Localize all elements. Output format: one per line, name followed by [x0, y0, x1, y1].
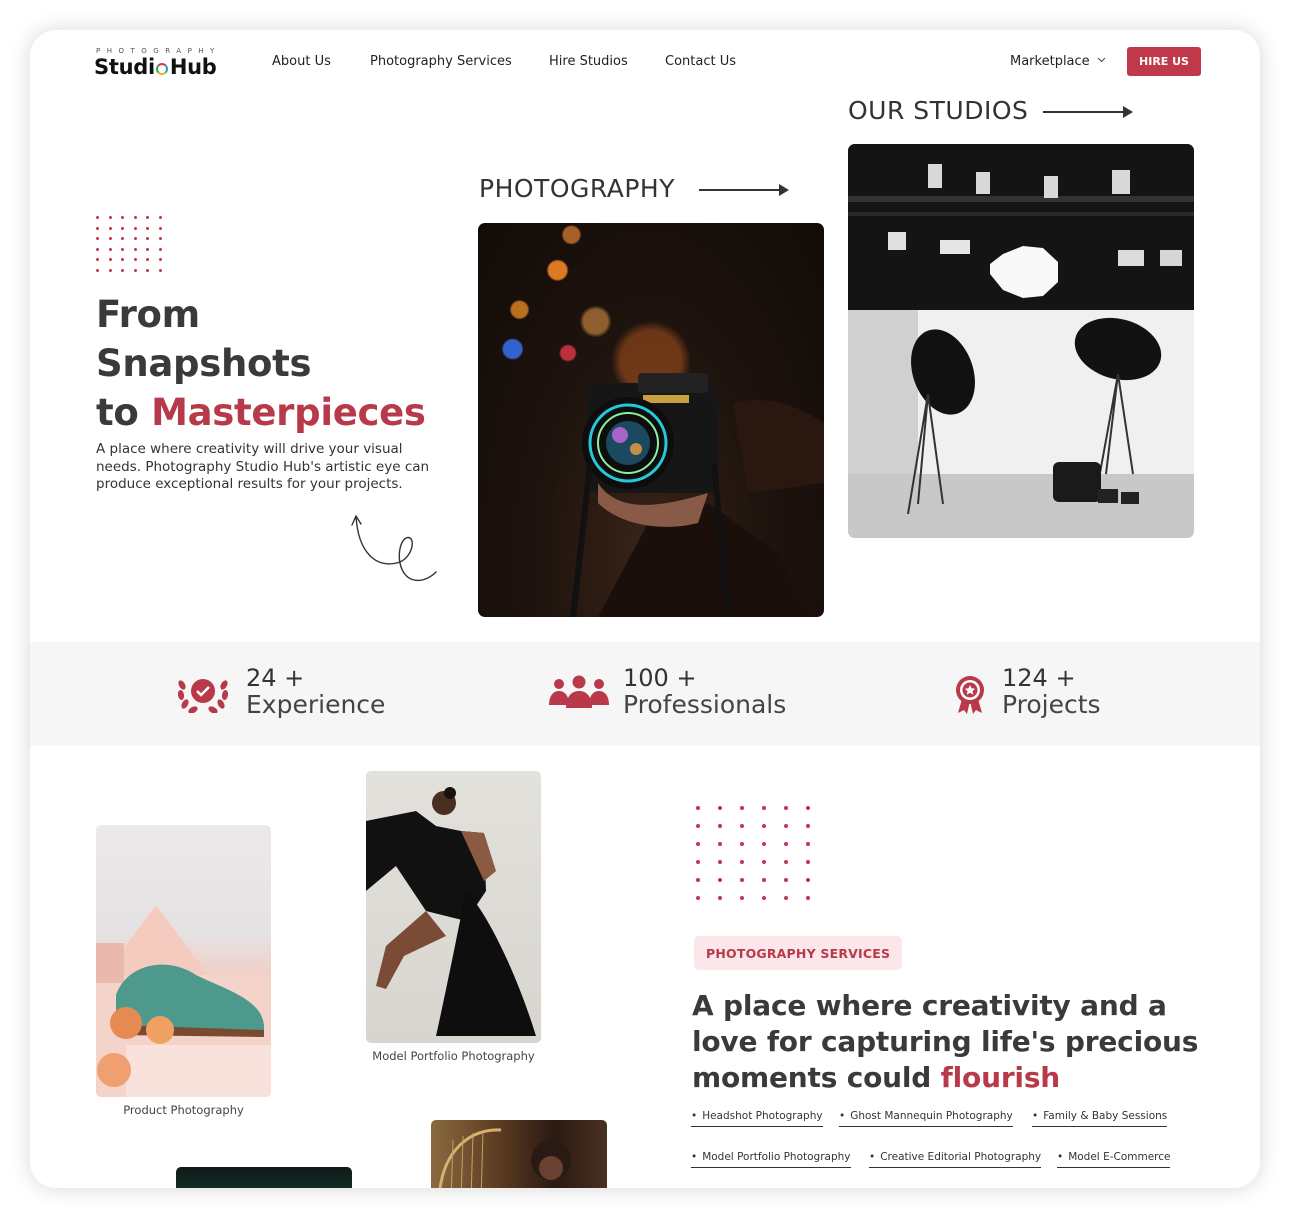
chevron-down-icon: [1097, 57, 1106, 63]
page-card: PHOTOGRAPHY Studi Hub About Us Photograph…: [30, 30, 1260, 1188]
decorative-dots-bottom: [696, 806, 810, 900]
gallery-image-harp[interactable]: [431, 1120, 607, 1188]
tag-creative-editorial-photography[interactable]: Creative Editorial Photography: [869, 1151, 1042, 1168]
award-ribbon-icon: [956, 676, 984, 714]
hero-title-accent: Masterpieces: [151, 391, 426, 434]
photography-arrow-line: [699, 189, 779, 191]
stat-projects-number: 124 +: [1002, 664, 1076, 692]
tag-model-e-commerce[interactable]: Model E-Commerce: [1057, 1151, 1171, 1168]
product-photography-caption: Product Photography: [123, 1103, 244, 1117]
tag-ghost-mannequin-photography[interactable]: Ghost Mannequin Photography: [839, 1110, 1013, 1127]
model-illustration: [366, 787, 536, 1036]
decorative-dots-top: [96, 216, 162, 272]
nav-about-us[interactable]: About Us: [272, 54, 331, 69]
product-photography-image[interactable]: [96, 825, 271, 1097]
stat-projects-label: Projects: [1002, 690, 1101, 719]
camera-hand-illustration: [570, 373, 824, 617]
marketplace-dropdown[interactable]: Marketplace: [1010, 54, 1106, 69]
tag-headshot-photography[interactable]: Headshot Photography: [691, 1110, 823, 1127]
team-icon: [549, 675, 609, 708]
hero-description: A place where creativity will drive your…: [96, 441, 430, 492]
logo[interactable]: Studi Hub: [94, 55, 217, 79]
photography-services-badge: PHOTOGRAPHY SERVICES: [694, 936, 903, 970]
studio-image[interactable]: [848, 144, 1194, 538]
photography-label: PHOTOGRAPHY: [479, 174, 675, 203]
tag-family-baby-sessions[interactable]: Family & Baby Sessions: [1032, 1110, 1168, 1127]
gallery-image-dark[interactable]: [176, 1167, 352, 1188]
studio-lights-illustration: [848, 144, 1194, 538]
curly-arrow-icon: [351, 515, 437, 582]
stat-professionals-label: Professionals: [623, 690, 787, 719]
logo-tagline: PHOTOGRAPHY: [96, 47, 221, 55]
hire-us-button[interactable]: HIRE US: [1127, 47, 1201, 76]
arrow-right-icon: [1123, 106, 1133, 118]
stat-professionals-number: 100 +: [623, 664, 697, 692]
hero-title-line2: Snapshots: [96, 342, 312, 385]
laurel-badge-icon: [177, 679, 229, 713]
logo-text-right: Hub: [169, 55, 217, 79]
hero-title-line1: From: [96, 293, 200, 336]
harp-illustration: [438, 1128, 571, 1188]
marketplace-label: Marketplace: [1010, 54, 1090, 69]
stat-experience-label: Experience: [246, 690, 386, 719]
photography-image[interactable]: [478, 223, 824, 617]
stat-experience-number: 24 +: [246, 664, 305, 692]
services-heading-accent: flourish: [940, 1061, 1061, 1094]
services-heading: A place where creativity and a love for …: [692, 988, 1212, 1096]
hero-title-prefix: to: [96, 391, 152, 434]
model-portfolio-caption: Model Portfolio Photography: [372, 1049, 535, 1063]
arrow-right-icon: [779, 184, 789, 196]
logo-text-left: Studi: [94, 55, 155, 79]
logo-ring-icon: [155, 63, 168, 75]
our-studios-label: OUR STUDIOS: [848, 96, 1029, 125]
nav-photography-services[interactable]: Photography Services: [370, 54, 512, 69]
studios-arrow-line: [1043, 111, 1123, 113]
nav-hire-studios[interactable]: Hire Studios: [549, 54, 628, 69]
shoe-illustration: [96, 905, 271, 1097]
hero-title: From Snapshots to Masterpieces: [96, 290, 426, 437]
tag-model-portfolio-photography[interactable]: Model Portfolio Photography: [691, 1151, 851, 1168]
hero-title-line3: to Masterpieces: [96, 388, 426, 437]
nav-contact-us[interactable]: Contact Us: [665, 54, 736, 69]
model-portfolio-image[interactable]: [366, 771, 541, 1043]
